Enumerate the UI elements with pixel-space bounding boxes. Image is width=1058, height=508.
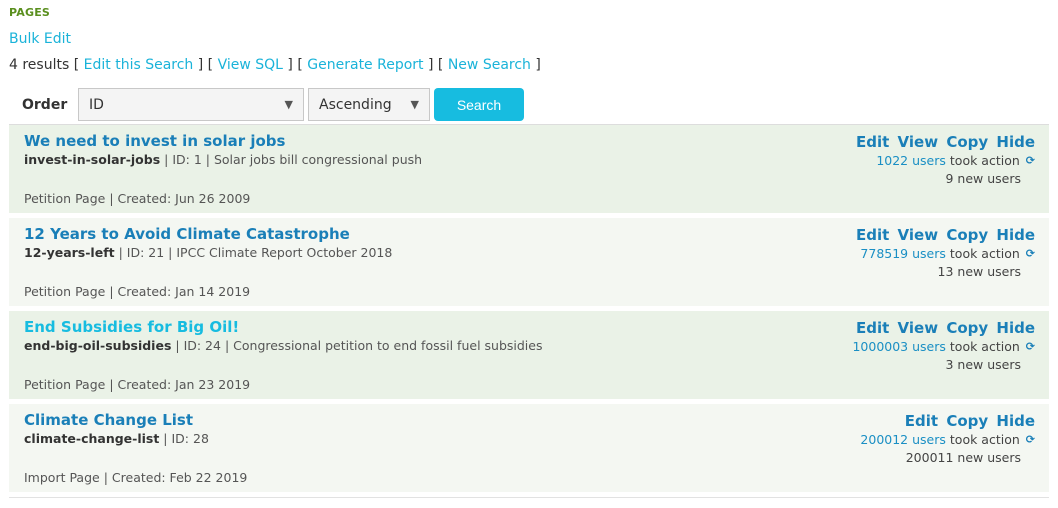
list-item: We need to invest in solar jobs invest-i… [9, 125, 1049, 213]
row-actions: Edit View Copy Hide [853, 319, 1035, 337]
new-users-count: 200011 new users [905, 450, 1021, 465]
row-actions: Edit Copy Hide [902, 412, 1035, 430]
took-action-stats: 1022 users took action ⟳ [876, 153, 1035, 168]
page-title-link[interactable]: Climate Change List [24, 411, 193, 429]
page-title-link[interactable]: We need to invest in solar jobs [24, 132, 285, 150]
page-slug: end-big-oil-subsidies [24, 338, 172, 353]
took-action-stats: 200012 users took action ⟳ [860, 432, 1035, 447]
page-meta: invest-in-solar-jobs | ID: 1 | Solar job… [24, 152, 423, 167]
page-created: Created: Jan 14 2019 [117, 284, 251, 299]
edit-link[interactable]: Edit [856, 133, 889, 151]
order-label: Order [22, 96, 68, 113]
took-action-text: took action [949, 246, 1020, 261]
view-link[interactable]: View [898, 319, 939, 337]
order-field-select[interactable]: ID ▼ [78, 88, 304, 121]
order-field-value: ID [89, 96, 104, 113]
copy-link[interactable]: Copy [946, 226, 988, 244]
hide-link[interactable]: Hide [996, 319, 1035, 337]
users-link[interactable]: 1022 users [876, 153, 946, 168]
generate-report-link[interactable]: Generate Report [307, 57, 423, 73]
page-footer: Import Page | Created: Feb 22 2019 [24, 470, 248, 485]
page-description: IPCC Climate Report October 2018 [176, 245, 393, 260]
copy-link[interactable]: Copy [946, 133, 988, 151]
page-type: Import Page [24, 470, 100, 485]
row-actions: Edit View Copy Hide [853, 133, 1035, 151]
list-item: 12 Years to Avoid Climate Catastrophe 12… [9, 218, 1049, 306]
page-footer: Petition Page | Created: Jan 14 2019 [24, 284, 251, 299]
edit-link[interactable]: Edit [856, 226, 889, 244]
edit-link[interactable]: Edit [856, 319, 889, 337]
page-meta: end-big-oil-subsidies | ID: 24 | Congres… [24, 338, 543, 353]
took-action-text: took action [949, 432, 1020, 447]
copy-link[interactable]: Copy [946, 319, 988, 337]
list-item: Climate Change List climate-change-list … [9, 404, 1049, 492]
page-title-link[interactable]: End Subsidies for Big Oil! [24, 318, 239, 336]
took-action-stats: 1000003 users took action ⟳ [852, 339, 1035, 354]
list-item: End Subsidies for Big Oil! end-big-oil-s… [9, 311, 1049, 399]
section-title: PAGES [9, 6, 51, 19]
users-link[interactable]: 778519 users [860, 246, 945, 261]
page-footer: Petition Page | Created: Jun 26 2009 [24, 191, 251, 206]
new-users-count: 13 new users [937, 264, 1021, 279]
took-action-text: took action [949, 339, 1020, 354]
chevron-down-icon: ▼ [284, 98, 293, 111]
page-slug: 12-years-left [24, 245, 115, 260]
took-action-text: took action [949, 153, 1020, 168]
page-description: Solar jobs bill congressional push [213, 152, 423, 167]
page-footer: Petition Page | Created: Jan 23 2019 [24, 377, 251, 392]
view-sql-link[interactable]: View SQL [218, 57, 283, 73]
page-type: Petition Page [24, 377, 106, 392]
view-link[interactable]: View [898, 133, 939, 151]
page-slug: invest-in-solar-jobs [24, 152, 161, 167]
page-list: We need to invest in solar jobs invest-i… [9, 125, 1049, 497]
page-created: Created: Jun 26 2009 [117, 191, 251, 206]
divider [9, 497, 1049, 498]
results-count: 4 results [9, 57, 70, 73]
hide-link[interactable]: Hide [996, 226, 1035, 244]
page-id: ID: 24 [183, 338, 221, 353]
refresh-icon[interactable]: ⟳ [1026, 154, 1035, 167]
results-summary: 4 results [ Edit this Search ] [ View SQ… [9, 57, 541, 73]
new-users-count: 9 new users [945, 171, 1021, 186]
users-link[interactable]: 1000003 users [852, 339, 945, 354]
page-created: Created: Feb 22 2019 [111, 470, 248, 485]
page-title-link[interactable]: 12 Years to Avoid Climate Catastrophe [24, 225, 350, 243]
row-actions: Edit View Copy Hide [853, 226, 1035, 244]
page-type: Petition Page [24, 191, 106, 206]
chevron-down-icon: ▼ [410, 98, 419, 111]
order-direction-value: Ascending [319, 96, 392, 113]
page-type: Petition Page [24, 284, 106, 299]
copy-link[interactable]: Copy [946, 412, 988, 430]
hide-link[interactable]: Hide [996, 412, 1035, 430]
new-search-link[interactable]: New Search [448, 57, 531, 73]
hide-link[interactable]: Hide [996, 133, 1035, 151]
page-meta: 12-years-left | ID: 21 | IPCC Climate Re… [24, 245, 393, 260]
refresh-icon[interactable]: ⟳ [1026, 433, 1035, 446]
page-id: ID: 1 [172, 152, 202, 167]
page-meta: climate-change-list | ID: 28 [24, 431, 209, 446]
page-description: Congressional petition to end fossil fue… [233, 338, 543, 353]
page-created: Created: Jan 23 2019 [117, 377, 251, 392]
search-button[interactable]: Search [434, 88, 524, 121]
users-link[interactable]: 200012 users [860, 432, 945, 447]
new-users-count: 3 new users [945, 357, 1021, 372]
view-link[interactable]: View [898, 226, 939, 244]
took-action-stats: 778519 users took action ⟳ [860, 246, 1035, 261]
page-slug: climate-change-list [24, 431, 160, 446]
refresh-icon[interactable]: ⟳ [1026, 247, 1035, 260]
page-id: ID: 21 [126, 245, 165, 260]
order-bar: Order ID ▼ Ascending ▼ Search [9, 88, 524, 121]
bulk-edit-link[interactable]: Bulk Edit [9, 31, 71, 47]
refresh-icon[interactable]: ⟳ [1026, 340, 1035, 353]
page-id: ID: 28 [171, 431, 209, 446]
edit-search-link[interactable]: Edit this Search [84, 57, 194, 73]
edit-link[interactable]: Edit [905, 412, 938, 430]
order-direction-select[interactable]: Ascending ▼ [308, 88, 430, 121]
